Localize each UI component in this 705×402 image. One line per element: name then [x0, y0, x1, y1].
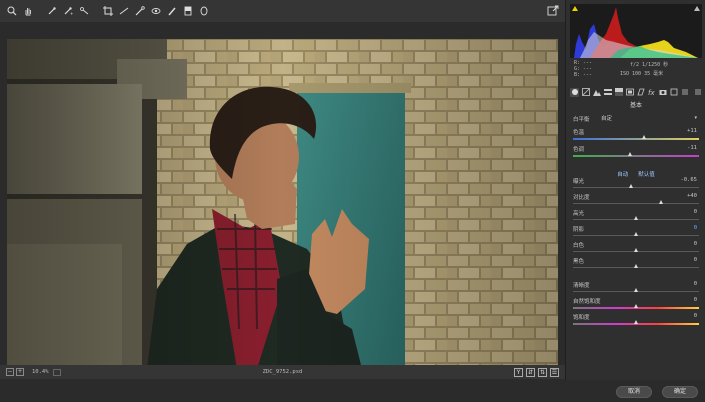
crop-icon[interactable]	[102, 5, 114, 17]
red-eye-icon[interactable]	[150, 5, 162, 17]
detail-tab-icon[interactable]	[592, 88, 601, 97]
panel-tabs: fx	[570, 87, 702, 97]
slider-label: 白色	[573, 243, 585, 249]
graduated-filter-icon[interactable]	[182, 5, 194, 17]
slider-track[interactable]	[573, 203, 699, 204]
slider-thumb[interactable]	[634, 288, 638, 292]
white-balance-value: 自定	[601, 116, 613, 122]
slider-label: 高光	[573, 211, 585, 217]
basic-tab-icon[interactable]	[570, 87, 579, 97]
radial-filter-icon[interactable]	[198, 5, 210, 17]
snapshots-tab-icon[interactable]	[680, 88, 689, 97]
white-balance-icon[interactable]	[46, 5, 58, 17]
slider-label: 自然饱和度	[573, 299, 601, 305]
slider-thumb[interactable]	[634, 248, 638, 252]
lens-tab-icon[interactable]	[625, 88, 634, 97]
adjustment-panel: R: --- G: --- B: --- f/2 1/1250 秒 ISO 10…	[565, 0, 705, 380]
slider-label: 曝光	[573, 179, 585, 185]
exif-iso-focal: ISO 100 35 毫米	[620, 71, 664, 77]
photo-preview[interactable]	[7, 39, 558, 369]
slider-value-field[interactable]: 0	[694, 297, 697, 303]
camera-calibration-tab-icon[interactable]	[658, 88, 667, 97]
file-name: ZDC_9752.psd	[262, 369, 303, 375]
slider-value-field[interactable]: +40	[687, 193, 697, 199]
hand-icon[interactable]	[22, 5, 34, 17]
effects-tab-icon[interactable]: fx	[647, 88, 656, 97]
slider-value-field[interactable]: 0	[694, 209, 697, 215]
slider-thumb[interactable]	[659, 200, 664, 204]
slider-value-field[interactable]: 0	[694, 241, 697, 247]
adjustment-brush-icon[interactable]	[166, 5, 178, 17]
tone-curve-tab-icon[interactable]	[581, 88, 590, 97]
section-title: 基本	[629, 102, 642, 109]
slider-track[interactable]	[573, 155, 699, 157]
panel-menu-icon[interactable]	[693, 88, 702, 97]
dialog-footer: 取消 确定	[0, 380, 705, 402]
auto-link[interactable]: 自动	[617, 170, 628, 178]
spot-removal-icon[interactable]	[134, 5, 146, 17]
slider-value-field[interactable]: 0	[694, 281, 697, 287]
slider-thumb[interactable]	[634, 232, 638, 236]
presets-tab-icon[interactable]	[669, 88, 678, 97]
highlight-clipping-icon[interactable]	[694, 6, 700, 11]
slider-thumb[interactable]	[628, 184, 633, 188]
slider-thumb[interactable]	[641, 135, 646, 139]
slider-thumb[interactable]	[627, 152, 632, 156]
zoom-icon[interactable]	[6, 5, 18, 17]
hsl-tab-icon[interactable]	[603, 88, 612, 97]
slider-thumb[interactable]	[634, 304, 638, 308]
slider-value-field[interactable]: 0	[694, 313, 697, 319]
slider-label: 色调	[573, 147, 585, 153]
slider-label: 饱和度	[573, 315, 590, 321]
slider-thumb[interactable]	[634, 264, 638, 268]
chevron-down-icon: ▾	[694, 115, 697, 121]
b-readout: B: ---	[574, 72, 593, 78]
slider-label: 清晰度	[573, 283, 590, 289]
shadow-clipping-icon[interactable]	[572, 6, 578, 11]
slider-value-field[interactable]: 0	[694, 225, 697, 231]
settings-toggle-button[interactable]: ☰	[550, 367, 559, 377]
white-balance-label: 白平衡	[573, 117, 590, 123]
slider-value-field[interactable]: -11	[687, 145, 697, 151]
split-toning-tab-icon[interactable]	[614, 88, 623, 97]
slider-thumb[interactable]	[634, 216, 638, 220]
slider-label: 对比度	[573, 195, 590, 201]
swap-settings-button[interactable]: ⇅	[538, 367, 547, 377]
slider-value-field[interactable]: 0	[694, 257, 697, 263]
targeted-adjustment-icon[interactable]	[78, 5, 90, 17]
slider-track[interactable]	[573, 187, 699, 188]
color-sampler-icon[interactable]: +	[62, 5, 74, 17]
slider-value-field[interactable]: +11	[687, 128, 697, 134]
slider-value-field[interactable]: -0.65	[680, 177, 697, 183]
svg-text:+: +	[70, 11, 73, 16]
status-bar: − + 10.4% ZDC_9752.psd Y ⇵ ⇅ ☰	[0, 365, 565, 379]
tool-bar: +	[0, 0, 565, 22]
svg-text:fx: fx	[648, 89, 655, 96]
slider-label: 色温	[573, 130, 585, 136]
slider-track[interactable]	[573, 138, 699, 140]
toggle-view-button[interactable]: ⇵	[526, 367, 535, 377]
ok-button[interactable]: 确定	[662, 386, 698, 398]
image-canvas	[0, 22, 565, 369]
straighten-icon[interactable]	[118, 5, 130, 17]
slider-label: 黑色	[573, 259, 585, 265]
open-preferences-icon[interactable]	[547, 5, 559, 17]
cancel-button[interactable]: 取消	[616, 386, 652, 398]
white-balance-select[interactable]: 自定 ▾	[601, 114, 699, 122]
default-link[interactable]: 默认值	[638, 170, 655, 178]
exif-aperture-shutter: f/2 1/1250 秒	[630, 62, 669, 68]
histogram-info: R: --- G: --- B: --- f/2 1/1250 秒 ISO 10…	[572, 60, 702, 82]
histogram	[570, 4, 702, 58]
slider-label: 阴影	[573, 227, 585, 233]
before-after-y-button[interactable]: Y	[514, 367, 523, 377]
slider-thumb[interactable]	[634, 320, 638, 324]
transform-tab-icon[interactable]	[636, 88, 645, 97]
